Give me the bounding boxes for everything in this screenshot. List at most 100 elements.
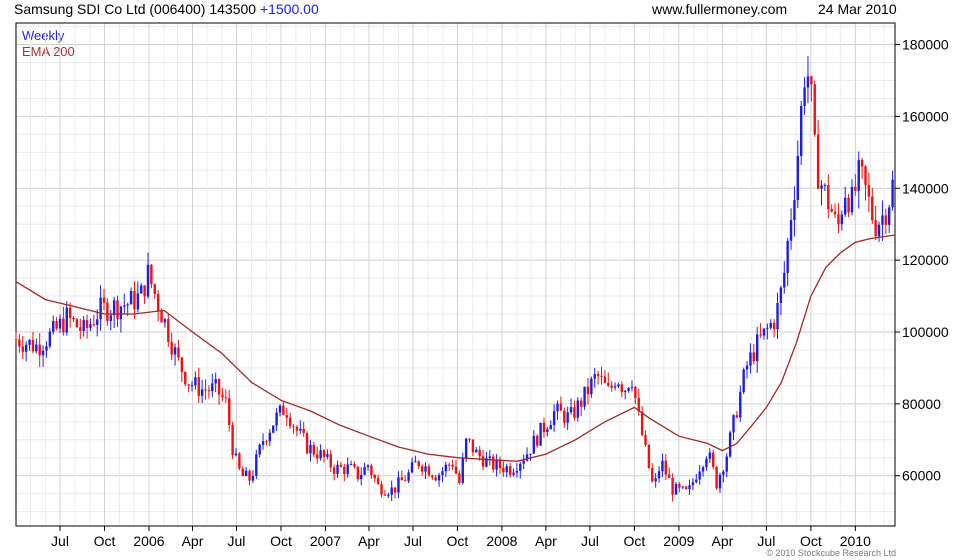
candle-up	[387, 494, 390, 496]
candle-up	[346, 464, 349, 475]
candle-up	[123, 305, 126, 307]
x-tick-label: Oct	[447, 533, 469, 549]
candle-up	[552, 411, 556, 426]
candle-up	[756, 334, 759, 362]
candle-down	[634, 386, 637, 398]
candle-up	[891, 179, 894, 208]
candle-up	[701, 467, 705, 472]
candle-up	[163, 319, 167, 323]
candle-down	[816, 134, 820, 189]
candle-up	[414, 461, 417, 463]
x-tick-label: Jul	[51, 533, 69, 549]
candle-down	[197, 377, 200, 396]
candle-down	[536, 435, 539, 446]
candle-up	[410, 462, 414, 473]
candle-down	[133, 291, 136, 310]
candle-up	[390, 487, 393, 495]
candle-up	[437, 475, 441, 481]
candle-up	[28, 339, 31, 345]
candle-up	[126, 304, 129, 306]
candle-down	[610, 385, 613, 388]
candle-up	[749, 352, 752, 366]
candle-up	[360, 474, 363, 480]
candle-down	[312, 444, 316, 455]
x-tick-label: Oct	[624, 533, 646, 549]
candle-up	[52, 321, 55, 332]
candle-up	[512, 472, 515, 475]
candle-down	[664, 460, 668, 475]
candle-up	[691, 482, 695, 486]
candle-down	[404, 480, 407, 482]
y-tick-label: 80000	[902, 396, 941, 412]
candle-up	[96, 319, 99, 325]
candle-up	[272, 425, 275, 433]
candle-up	[407, 472, 410, 481]
candle-down	[668, 474, 671, 478]
candle-up	[99, 297, 102, 320]
x-tick-label: Jul	[404, 533, 422, 549]
candle-up	[661, 460, 664, 472]
candle-down	[434, 477, 437, 481]
candle-up	[309, 444, 312, 454]
candle-down	[420, 466, 424, 472]
candle-down	[79, 327, 82, 332]
candle-up	[654, 478, 657, 482]
candle-up	[112, 300, 116, 316]
candle-up	[190, 385, 194, 387]
candle-down	[678, 483, 681, 488]
candle-up	[519, 463, 522, 471]
candle-down	[75, 319, 79, 328]
candle-up	[823, 184, 827, 186]
candle-down	[451, 464, 454, 467]
candle-up	[789, 220, 793, 241]
candle-up	[441, 471, 444, 476]
candle-up	[705, 458, 708, 468]
candle-down	[759, 334, 762, 336]
candle-up	[674, 483, 678, 495]
candle-down	[14, 339, 18, 341]
candle-down	[586, 386, 590, 395]
candle-down	[492, 456, 495, 470]
candle-up	[566, 412, 569, 423]
candle-up	[200, 389, 204, 396]
candle-down	[231, 425, 234, 456]
candle-up	[532, 435, 536, 454]
candle-up	[58, 318, 62, 329]
candle-down	[305, 433, 309, 454]
candle-up	[24, 344, 28, 352]
candle-up	[299, 428, 302, 431]
candle-down	[864, 166, 867, 186]
y-tick-label: 160000	[902, 108, 949, 124]
candle-up	[539, 422, 542, 446]
candle-up	[722, 471, 725, 475]
candle-up	[762, 328, 766, 336]
candle-down	[356, 466, 360, 480]
candle-up	[522, 460, 525, 464]
candle-up	[244, 470, 248, 477]
candle-down	[830, 208, 833, 212]
candle-down	[55, 321, 58, 329]
candle-down	[860, 159, 864, 167]
candle-up	[109, 315, 112, 322]
candle-down	[607, 382, 610, 386]
candle-down	[332, 467, 336, 474]
candle-down	[92, 324, 96, 326]
candle-down	[684, 486, 688, 490]
candle-down	[228, 398, 231, 426]
candle-up	[194, 377, 197, 386]
candle-up	[146, 264, 150, 297]
candle-down	[596, 373, 600, 376]
candle-up	[843, 197, 847, 215]
candle-up	[251, 475, 255, 481]
candle-down	[224, 397, 228, 399]
candle-up	[820, 185, 823, 189]
candle-down	[393, 487, 397, 493]
candles	[14, 56, 894, 502]
candle-up	[549, 425, 552, 430]
candle-up	[45, 346, 48, 351]
candle-down	[644, 434, 647, 445]
candle-up	[840, 214, 844, 225]
x-tick-label: Apr	[535, 533, 557, 549]
y-tick-label: 140000	[902, 180, 949, 196]
candle-up	[857, 159, 860, 191]
